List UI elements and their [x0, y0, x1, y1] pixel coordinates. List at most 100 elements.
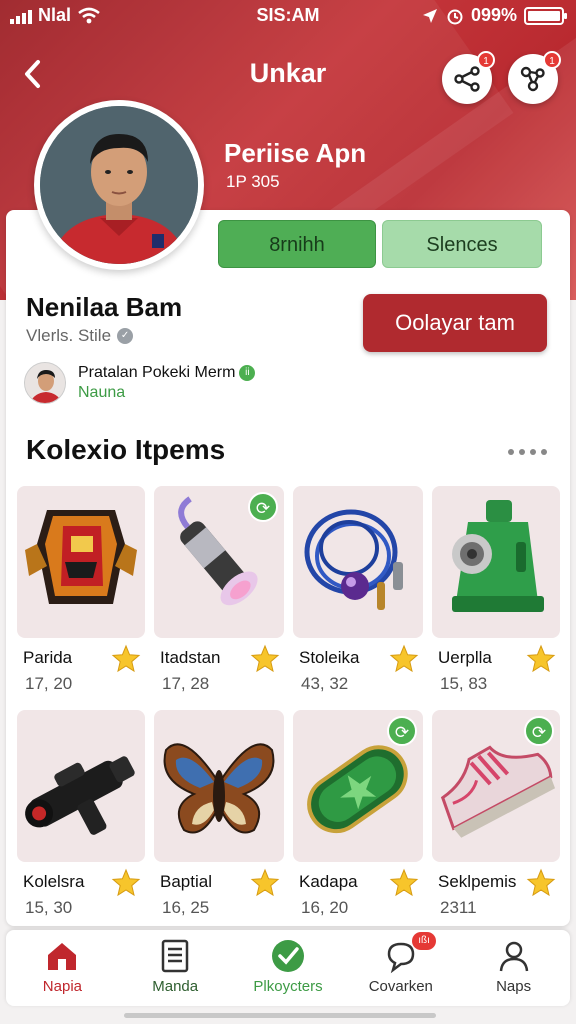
item-thumbnail	[17, 486, 145, 638]
item-value: 15, 83	[440, 674, 488, 693]
nav-label: Naps	[496, 978, 532, 995]
friend-label: Pratalan Pokeki Merm	[78, 364, 236, 381]
network-icon	[520, 66, 545, 92]
profile-meta: Vlerls. Stile ✓	[26, 326, 134, 346]
home-icon	[48, 943, 77, 970]
star-icon[interactable]	[111, 644, 141, 674]
nav-label: Napia	[42, 978, 82, 995]
nav-item-documents[interactable]: Manda	[119, 930, 232, 1006]
machine-icon	[452, 500, 544, 612]
item-value: 16, 25	[162, 898, 210, 917]
star-icon[interactable]	[250, 644, 280, 674]
star-icon[interactable]	[389, 644, 419, 674]
friend-avatar	[24, 362, 66, 404]
collection-item[interactable]: Kolelsra 15, 30	[17, 710, 145, 934]
friend-badge-icon: ii	[239, 364, 256, 381]
battery-icon	[524, 6, 567, 25]
nav-item-home[interactable]: Napia	[6, 930, 119, 1006]
primary-action-button[interactable]: Oolayar tam	[363, 294, 547, 352]
user-icon	[499, 941, 528, 972]
more-dot-icon	[540, 449, 547, 455]
item-value: 16, 20	[301, 898, 349, 917]
item-thumbnail	[17, 710, 145, 862]
item-thumbnail: ⟳	[154, 486, 284, 638]
tab-secondary[interactable]: Slences	[382, 220, 542, 268]
item-thumbnail	[432, 486, 560, 638]
share-icon	[454, 66, 480, 92]
profile-meta-text: Vlerls. Stile	[26, 326, 112, 345]
verified-icon: ✓	[117, 328, 134, 344]
star-icon[interactable]	[111, 868, 141, 898]
document-icon	[161, 939, 189, 973]
tab-primary[interactable]: 8rnihh	[218, 220, 376, 268]
friend-text: Pratalan Pokeki Merm ii	[78, 364, 256, 382]
nav-item-profile[interactable]: Naps	[457, 930, 570, 1006]
item-name: Kolelsra	[23, 872, 85, 891]
refresh-icon: ⟳	[248, 492, 278, 522]
share-notification-badge: 1	[477, 51, 495, 69]
battery-fill	[528, 10, 560, 21]
collection-item[interactable]: Stoleika 43, 32	[293, 486, 423, 710]
hero-subtitle: 1P 305	[226, 172, 280, 191]
item-value: 15, 30	[25, 898, 73, 917]
nav-item-chat[interactable]: ıßı Covarken	[344, 930, 457, 1006]
friend-subtitle: Nauna	[78, 384, 126, 401]
home-indicator[interactable]	[124, 1013, 436, 1018]
item-thumbnail	[293, 486, 423, 638]
avatar[interactable]	[34, 100, 204, 270]
item-name: Baptial	[160, 872, 212, 891]
more-dot-icon	[507, 449, 514, 455]
collection-item[interactable]: ⟳ Itadstan 17, 28	[154, 486, 284, 710]
item-thumbnail	[154, 710, 284, 862]
collection-item[interactable]: ⟳ Kadapa 16, 20	[293, 710, 423, 934]
check-circle-icon	[271, 940, 304, 972]
nav-label: Plkoycters	[253, 978, 323, 995]
star-icon[interactable]	[526, 644, 556, 674]
collection-item[interactable]: ⟳ Seklpemis 2311	[432, 710, 560, 934]
item-thumbnail: ⟳	[432, 710, 560, 862]
location-icon	[422, 8, 437, 23]
item-name: Kadapa	[299, 872, 358, 891]
blaster-icon	[25, 756, 135, 835]
item-value: 43, 32	[301, 674, 349, 693]
item-value: 17, 28	[162, 674, 210, 693]
item-value: 17, 20	[25, 674, 73, 693]
butterfly-icon	[163, 743, 275, 834]
bottom-navigation: Napia Manda Plkoycters ıßı Covarken Naps	[6, 930, 570, 1006]
top-navigation: Unkar 1 1	[0, 44, 576, 108]
more-options-button[interactable]	[502, 438, 552, 466]
more-dot-icon	[518, 449, 525, 455]
item-name: Uerplla	[438, 648, 492, 667]
avatar-image	[40, 106, 198, 264]
collection-item[interactable]: Parida 17, 20	[17, 486, 145, 710]
friend-row[interactable]: Pratalan Pokeki Merm ii Nauna	[24, 360, 324, 404]
star-icon[interactable]	[526, 868, 556, 898]
more-dot-icon	[529, 449, 536, 455]
nav-label: Manda	[152, 978, 199, 995]
alarm-icon	[447, 9, 463, 24]
item-name: Seklpemis	[438, 872, 517, 891]
profile-name: Nenilaa Bam	[26, 292, 183, 322]
connections-button[interactable]: 1	[508, 51, 561, 104]
item-name: Itadstan	[160, 648, 221, 667]
item-name: Stoleika	[299, 648, 360, 667]
connections-notification-badge: 1	[543, 51, 561, 69]
star-icon[interactable]	[250, 868, 280, 898]
share-button[interactable]: 1	[442, 51, 495, 104]
status-right: 099%	[421, 5, 567, 26]
refresh-icon: ⟳	[524, 716, 554, 746]
hero-name: Periise Apn	[224, 138, 367, 168]
collection-item[interactable]: Uerplla 15, 83	[432, 486, 560, 710]
badge-emblem-icon	[25, 510, 137, 604]
battery-percent: 099%	[470, 5, 517, 25]
collection-title: Kolexio Itpems	[26, 434, 226, 465]
nav-label: Covarken	[368, 978, 433, 995]
collection-item[interactable]: Baptial 16, 25	[154, 710, 284, 934]
collection-grid: Parida 17, 20 ⟳ Itadstan 17, 28 Stoleika…	[17, 486, 561, 934]
chat-notification-badge: ıßı	[412, 932, 437, 950]
rope-amulet-icon	[304, 509, 403, 610]
item-thumbnail: ⟳	[293, 710, 423, 862]
nav-item-players[interactable]: Plkoycters	[232, 930, 345, 1006]
star-icon[interactable]	[389, 868, 419, 898]
status-bar: Nlal SIS:AM 099%	[0, 0, 576, 30]
